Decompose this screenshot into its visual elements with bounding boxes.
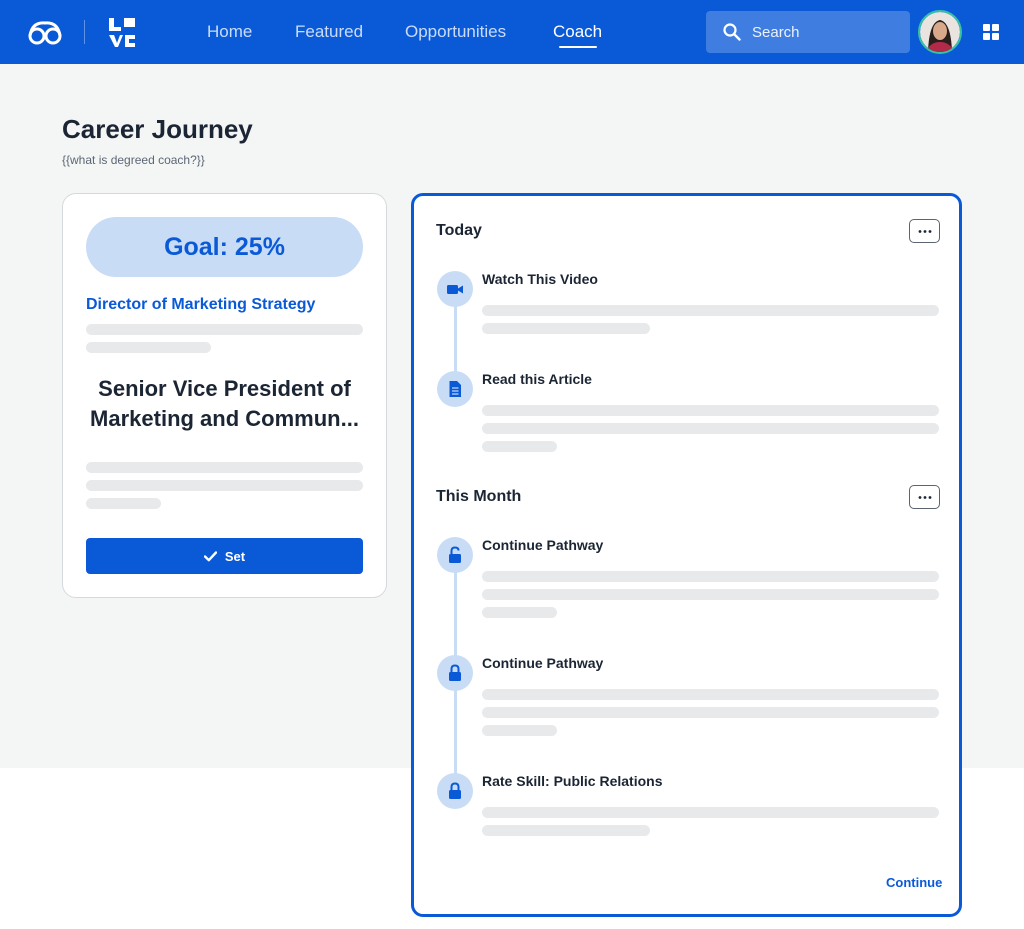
skeleton-line bbox=[482, 589, 939, 600]
set-button-label: Set bbox=[224, 548, 246, 564]
this-month-more-button[interactable] bbox=[909, 485, 940, 509]
user-avatar[interactable] bbox=[918, 10, 962, 54]
step-title[interactable]: Rate Skill: Public Relations bbox=[482, 773, 663, 789]
skeleton-line bbox=[482, 807, 939, 818]
section-heading-today: Today bbox=[436, 222, 482, 239]
nav-opportunities[interactable]: Opportunities bbox=[405, 22, 506, 42]
skeleton-line bbox=[482, 571, 939, 582]
unlocked-icon bbox=[449, 546, 461, 563]
skeleton-line bbox=[482, 423, 939, 434]
step-title[interactable]: Watch This Video bbox=[482, 271, 598, 287]
page-subtitle: {{what is degreed coach?}} bbox=[62, 153, 205, 167]
top-nav-bar: Home Featured Opportunities Coach Search bbox=[0, 0, 1024, 64]
lock-icon bbox=[449, 782, 461, 799]
skeleton-line bbox=[482, 323, 650, 334]
step-article bbox=[437, 371, 473, 407]
search-placeholder: Search bbox=[752, 24, 800, 41]
goal-progress-pill: Goal: 25% bbox=[86, 217, 363, 277]
skeleton-line bbox=[482, 725, 557, 736]
checkmark-icon bbox=[203, 550, 217, 561]
brand-logo-icon[interactable] bbox=[107, 16, 137, 48]
nav-active-underline bbox=[559, 46, 597, 48]
skeleton-line bbox=[482, 607, 557, 618]
search-icon bbox=[723, 23, 741, 41]
continue-link[interactable]: Continue bbox=[886, 875, 942, 890]
skeleton-line bbox=[482, 825, 650, 836]
skeleton-line bbox=[482, 405, 939, 416]
goal-card: Goal: 25% Director of Marketing Strategy… bbox=[62, 193, 387, 598]
skeleton-line bbox=[86, 462, 363, 473]
skeleton-line bbox=[86, 480, 363, 491]
skeleton-line bbox=[482, 441, 557, 452]
skeleton-line bbox=[86, 342, 211, 353]
nav-coach[interactable]: Coach bbox=[553, 22, 602, 42]
skeleton-line bbox=[86, 498, 161, 509]
article-icon bbox=[449, 381, 461, 397]
step-pathway-locked bbox=[437, 655, 473, 691]
target-role-link[interactable]: Director of Marketing Strategy bbox=[86, 296, 315, 314]
more-dots-icon bbox=[918, 230, 932, 233]
timeline-connector bbox=[454, 304, 457, 374]
step-title[interactable]: Read this Article bbox=[482, 371, 592, 387]
video-icon bbox=[447, 285, 463, 294]
step-video bbox=[437, 271, 473, 307]
section-heading-this-month: This Month bbox=[436, 488, 522, 505]
set-goal-button[interactable]: Set bbox=[86, 538, 363, 574]
step-title[interactable]: Continue Pathway bbox=[482, 537, 603, 553]
step-pathway-unlocked bbox=[437, 537, 473, 573]
step-title[interactable]: Continue Pathway bbox=[482, 655, 603, 671]
apps-grid-icon[interactable] bbox=[983, 24, 999, 40]
lock-icon bbox=[449, 664, 461, 681]
glasses-logo-icon[interactable] bbox=[28, 18, 62, 46]
search-input[interactable]: Search bbox=[706, 11, 910, 53]
avatar-portrait-icon bbox=[920, 12, 960, 52]
today-more-button[interactable] bbox=[909, 219, 940, 243]
current-role-title: Senior Vice President of Marketing and C… bbox=[90, 376, 359, 431]
skeleton-line bbox=[482, 707, 939, 718]
page-title: Career Journey bbox=[62, 114, 253, 144]
skeleton-line bbox=[86, 324, 363, 335]
nav-featured[interactable]: Featured bbox=[295, 22, 363, 42]
more-dots-icon bbox=[918, 496, 932, 499]
nav-divider bbox=[84, 20, 85, 44]
skeleton-line bbox=[482, 305, 939, 316]
skeleton-line bbox=[482, 689, 939, 700]
nav-home[interactable]: Home bbox=[207, 22, 252, 42]
step-rate-skill bbox=[437, 773, 473, 809]
journey-card: Today Watch This Video Read this Article… bbox=[411, 193, 962, 917]
